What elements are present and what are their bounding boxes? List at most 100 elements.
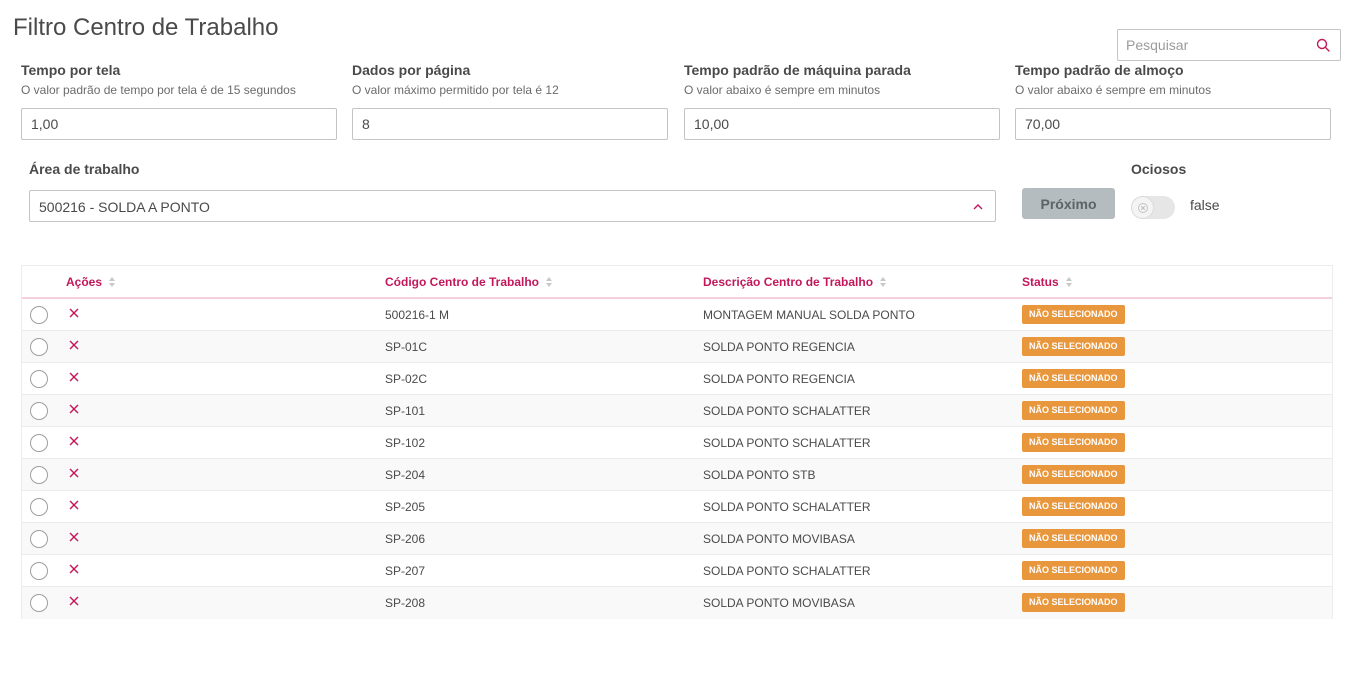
table-row[interactable]: SP-205 SOLDA PONTO SCHALATTER NÃO SELECION… <box>22 491 1332 523</box>
status-badge: NÃO SELECIONADO <box>1022 465 1125 484</box>
row-select-radio[interactable] <box>30 466 48 484</box>
status-badge: NÃO SELECIONADO <box>1022 337 1125 356</box>
cell-codigo: SP-02C <box>385 372 428 386</box>
delete-icon[interactable] <box>68 371 80 383</box>
cell-descricao: SOLDA PONTO REGENCIA <box>703 372 855 386</box>
page-title: Filtro Centro de Trabalho <box>13 14 279 41</box>
delete-icon[interactable] <box>68 563 80 575</box>
field-help: O valor padrão de tempo por tela é de 15… <box>21 83 296 97</box>
th-label: Ações <box>66 275 103 289</box>
table-row[interactable]: SP-01C SOLDA PONTO REGENCIA NÃO SELECIONAD… <box>22 331 1332 363</box>
sort-icon[interactable] <box>880 277 887 287</box>
table-row[interactable]: SP-101 SOLDA PONTO SCHALATTER NÃO SELECION… <box>22 395 1332 427</box>
th-acoes[interactable]: Ações <box>66 275 116 289</box>
status-badge: NÃO SELECIONADO <box>1022 305 1125 324</box>
row-select-radio[interactable] <box>30 306 48 324</box>
field-label: Tempo padrão de almoço <box>1015 62 1184 78</box>
delete-icon[interactable] <box>68 467 80 479</box>
table-row[interactable]: 500216-1 M MONTAGEM MANUAL SOLDA PONTO NÃO… <box>22 299 1332 331</box>
delete-icon[interactable] <box>68 307 80 319</box>
sort-icon[interactable] <box>1065 277 1072 287</box>
work-center-table: Ações Código Centro de Trabalho Descriçã… <box>21 265 1333 619</box>
delete-icon[interactable] <box>68 339 80 351</box>
status-badge: NÃO SELECIONADO <box>1022 497 1125 516</box>
cell-descricao: SOLDA PONTO MOVIBASA <box>703 532 855 546</box>
cell-codigo: SP-205 <box>385 500 426 514</box>
table-body: 500216-1 M MONTAGEM MANUAL SOLDA PONTO NÃO… <box>22 299 1332 619</box>
delete-icon[interactable] <box>68 499 80 511</box>
row-select-radio[interactable] <box>30 370 48 388</box>
chevron-up-icon[interactable] <box>971 200 985 214</box>
cell-descricao: SOLDA PONTO REGENCIA <box>703 340 855 354</box>
status-badge: NÃO SELECIONADO <box>1022 401 1125 420</box>
cell-descricao: SOLDA PONTO SCHALATTER <box>703 404 871 418</box>
row-select-radio[interactable] <box>30 498 48 516</box>
tempo-almoco-input[interactable] <box>1015 108 1331 140</box>
field-label: Tempo por tela <box>21 62 121 78</box>
th-label: Status <box>1022 275 1059 289</box>
field-tempo-por-tela: Tempo por tela O valor padrão de tempo p… <box>21 62 337 140</box>
tempo-maquina-parada-input[interactable] <box>684 108 1000 140</box>
th-descricao[interactable]: Descrição Centro de Trabalho <box>703 275 887 289</box>
cell-descricao: SOLDA PONTO STB <box>703 468 816 482</box>
cell-descricao: SOLDA PONTO SCHALATTER <box>703 436 871 450</box>
field-dados-por-pagina: Dados por página O valor máximo permitid… <box>352 62 668 140</box>
status-badge: NÃO SELECIONADO <box>1022 433 1125 452</box>
cell-codigo: SP-206 <box>385 532 426 546</box>
status-badge: NÃO SELECIONADO <box>1022 593 1125 612</box>
ociosos-toggle[interactable] <box>1131 196 1175 219</box>
row-select-radio[interactable] <box>30 562 48 580</box>
field-label: Dados por página <box>352 62 471 78</box>
delete-icon[interactable] <box>68 595 80 607</box>
th-status[interactable]: Status <box>1022 275 1072 289</box>
status-badge: NÃO SELECIONADO <box>1022 369 1125 388</box>
table-row[interactable]: SP-208 SOLDA PONTO MOVIBASA NÃO SELECIONAD… <box>22 587 1332 619</box>
field-label: Tempo padrão de máquina parada <box>684 62 911 78</box>
row-select-radio[interactable] <box>30 402 48 420</box>
table-row[interactable]: SP-206 SOLDA PONTO MOVIBASA NÃO SELECIONAD… <box>22 523 1332 555</box>
th-label: Descrição Centro de Trabalho <box>703 275 874 289</box>
cell-descricao: SOLDA PONTO SCHALATTER <box>703 500 871 514</box>
cell-codigo: SP-208 <box>385 596 426 610</box>
sort-icon[interactable] <box>109 277 116 287</box>
table-row[interactable]: SP-102 SOLDA PONTO SCHALATTER NÃO SELECION… <box>22 427 1332 459</box>
field-help: O valor abaixo é sempre em minutos <box>1015 83 1212 97</box>
dados-por-pagina-input[interactable] <box>352 108 668 140</box>
delete-icon[interactable] <box>68 435 80 447</box>
table-header: Ações Código Centro de Trabalho Descriçã… <box>22 266 1332 299</box>
delete-icon[interactable] <box>68 403 80 415</box>
row-select-radio[interactable] <box>30 530 48 548</box>
cell-codigo: SP-204 <box>385 468 426 482</box>
sort-icon[interactable] <box>546 277 553 287</box>
cell-codigo: SP-101 <box>385 404 426 418</box>
th-codigo[interactable]: Código Centro de Trabalho <box>385 275 553 289</box>
ociosos-toggle-text: false <box>1190 197 1220 213</box>
area-select-value: 500216 - SOLDA A PONTO <box>39 199 210 215</box>
cell-descricao: MONTAGEM MANUAL SOLDA PONTO <box>703 308 915 322</box>
search-box[interactable] <box>1117 29 1341 61</box>
tempo-por-tela-input[interactable] <box>21 108 337 140</box>
table-row[interactable]: SP-207 SOLDA PONTO SCHALATTER NÃO SELECION… <box>22 555 1332 587</box>
ociosos-label: Ociosos <box>1131 161 1187 177</box>
field-help: O valor máximo permitido por tela é 12 <box>352 83 559 97</box>
cell-codigo: SP-207 <box>385 564 426 578</box>
field-tempo-almoco: Tempo padrão de almoço O valor abaixo é … <box>1015 62 1331 140</box>
area-select[interactable]: 500216 - SOLDA A PONTO <box>29 190 996 222</box>
delete-icon[interactable] <box>68 531 80 543</box>
status-badge: NÃO SELECIONADO <box>1022 529 1125 548</box>
field-help: O valor abaixo é sempre em minutos <box>684 83 881 97</box>
search-icon[interactable] <box>1316 38 1330 52</box>
cell-descricao: SOLDA PONTO SCHALATTER <box>703 564 871 578</box>
cell-codigo: SP-01C <box>385 340 428 354</box>
th-label: Código Centro de Trabalho <box>385 275 540 289</box>
row-select-radio[interactable] <box>30 338 48 356</box>
cell-descricao: SOLDA PONTO MOVIBASA <box>703 596 855 610</box>
area-label: Área de trabalho <box>29 161 140 177</box>
row-select-radio[interactable] <box>30 594 48 612</box>
table-row[interactable]: SP-02C SOLDA PONTO REGENCIA NÃO SELECIONAD… <box>22 363 1332 395</box>
cell-codigo: 500216-1 M <box>385 308 450 322</box>
search-input[interactable] <box>1118 30 1308 60</box>
next-button[interactable]: Próximo <box>1022 188 1115 219</box>
row-select-radio[interactable] <box>30 434 48 452</box>
table-row[interactable]: SP-204 SOLDA PONTO STB NÃO SELECIONADO <box>22 459 1332 491</box>
